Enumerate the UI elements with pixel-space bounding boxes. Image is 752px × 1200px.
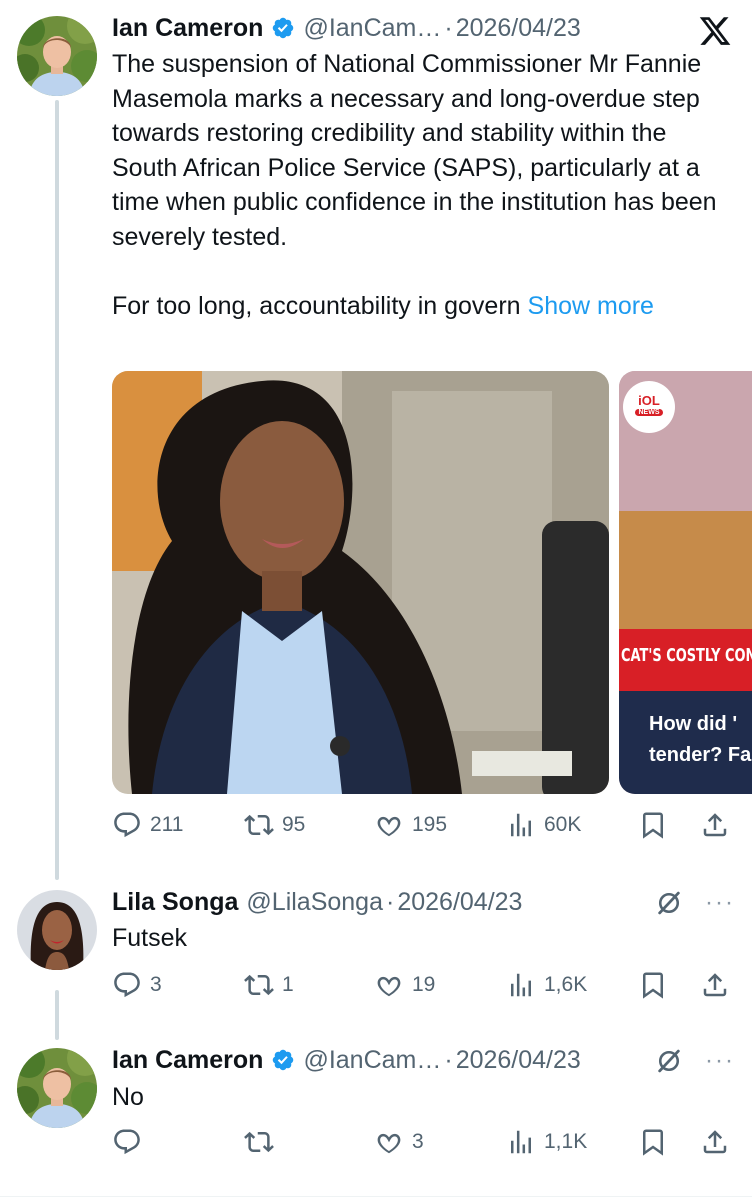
media-photo-1[interactable]	[112, 371, 609, 794]
author-handle[interactable]: @IanCam…	[303, 14, 441, 43]
reply-count: 3	[150, 973, 162, 996]
x-logo-icon	[699, 17, 731, 45]
views-icon	[506, 810, 536, 840]
repost-button[interactable]: 1	[244, 970, 294, 1000]
bookmark-button[interactable]	[638, 810, 668, 840]
share-button[interactable]	[700, 810, 730, 840]
views-count: 1,1K	[544, 1130, 588, 1153]
share-icon	[700, 810, 730, 840]
author-name[interactable]: Ian Cameron	[112, 1046, 263, 1075]
action-bar: 211 95 195 60K	[112, 805, 732, 845]
views-count: 1,6K	[544, 973, 588, 996]
bookmark-button[interactable]	[638, 1127, 668, 1157]
repost-icon	[244, 810, 274, 840]
reply-icon	[112, 970, 142, 1000]
views-icon	[506, 1127, 536, 1157]
share-icon	[700, 970, 730, 1000]
share-icon	[700, 1127, 730, 1157]
separator-dot: ·	[386, 887, 395, 916]
media-photo-2[interactable]: iOL NEWS CAT'S COSTLY CONT How did ' ten…	[619, 371, 752, 794]
tweet-text: No	[112, 1083, 144, 1111]
media-carousel[interactable]: iOL NEWS CAT'S COSTLY CONT How did ' ten…	[112, 371, 752, 794]
separator-dot: ·	[444, 13, 453, 42]
like-count: 19	[412, 973, 436, 996]
bookmark-icon	[638, 810, 668, 840]
like-icon	[374, 810, 404, 840]
repost-button[interactable]	[244, 1127, 282, 1157]
timestamp[interactable]: 2026/04/23	[397, 888, 522, 917]
news-badge-text: iOL	[638, 393, 660, 408]
like-icon	[374, 1127, 404, 1157]
timestamp[interactable]: 2026/04/23	[456, 1046, 581, 1075]
verified-badge-icon	[271, 1048, 295, 1072]
separator-dot: ·	[444, 1045, 453, 1074]
reply-icon	[112, 1127, 142, 1157]
news-badge: iOL NEWS	[629, 393, 669, 416]
news-caption-line-1: How did '	[649, 713, 738, 735]
share-button[interactable]	[700, 970, 730, 1000]
action-bar: 3 1,1K	[112, 1122, 732, 1162]
repost-count: 95	[282, 813, 306, 836]
author-name[interactable]: Lila Songa	[112, 888, 238, 917]
like-button[interactable]: 3	[374, 1127, 424, 1157]
repost-icon	[244, 970, 274, 1000]
bottom-divider	[0, 1196, 752, 1197]
avatar[interactable]	[17, 1048, 97, 1128]
bookmark-icon	[638, 970, 668, 1000]
like-icon	[374, 970, 404, 1000]
author-name[interactable]: Ian Cameron	[112, 14, 263, 43]
author-handle[interactable]: @IanCam…	[303, 1046, 441, 1075]
reply-button[interactable]	[112, 1127, 150, 1157]
avatar[interactable]	[17, 16, 97, 96]
like-count: 3	[412, 1130, 424, 1153]
grok-icon[interactable]	[655, 889, 683, 917]
tweet-text: The suspension of National Commissioner …	[112, 47, 732, 323]
repost-button[interactable]: 95	[244, 810, 305, 840]
share-button[interactable]	[700, 1127, 730, 1157]
views-icon	[506, 970, 536, 1000]
more-icon[interactable]: ···	[705, 889, 735, 917]
thread-line	[55, 100, 59, 880]
news-badge-sub: NEWS	[635, 409, 663, 416]
news-caption: How did ' tender? Fa	[649, 709, 751, 771]
show-more-link[interactable]: Show more	[528, 292, 654, 320]
verified-badge-icon	[271, 16, 295, 40]
views-button[interactable]: 60K	[506, 810, 581, 840]
like-button[interactable]: 19	[374, 970, 435, 1000]
like-count: 195	[412, 813, 448, 836]
bookmark-button[interactable]	[638, 970, 668, 1000]
more-icon[interactable]: ···	[705, 1047, 735, 1075]
tweet-header: Lila Songa @LilaSonga · 2026/04/23	[112, 882, 522, 922]
tweet-text: Futsek	[112, 924, 188, 952]
grok-icon[interactable]	[655, 1047, 683, 1075]
tweet-body: The suspension of National Commissioner …	[112, 50, 717, 320]
reply-icon	[112, 810, 142, 840]
reply-button[interactable]: 211	[112, 810, 183, 840]
repost-icon	[244, 1127, 274, 1157]
reply-count: 211	[150, 813, 184, 836]
reply-button[interactable]: 3	[112, 970, 162, 1000]
views-button[interactable]: 1,1K	[506, 1127, 587, 1157]
news-caption-line-2: tender? Fa	[649, 744, 752, 766]
views-count: 60K	[544, 813, 582, 836]
views-button[interactable]: 1,6K	[506, 970, 587, 1000]
author-handle[interactable]: @LilaSonga	[246, 888, 383, 917]
thread-line	[55, 990, 59, 1040]
avatar[interactable]	[17, 890, 97, 970]
bookmark-icon	[638, 1127, 668, 1157]
news-banner: CAT'S COSTLY CONT	[621, 645, 752, 666]
like-button[interactable]: 195	[374, 810, 447, 840]
repost-count: 1	[282, 973, 294, 996]
photo-portrait	[112, 371, 609, 794]
tweet-header: Ian Cameron @IanCam… · 2026/04/23	[112, 1040, 581, 1080]
action-bar: 3 1 19 1,6K	[112, 965, 732, 1005]
timestamp[interactable]: 2026/04/23	[456, 14, 581, 43]
tweet-header: Ian Cameron @IanCam… · 2026/04/23	[112, 8, 581, 48]
